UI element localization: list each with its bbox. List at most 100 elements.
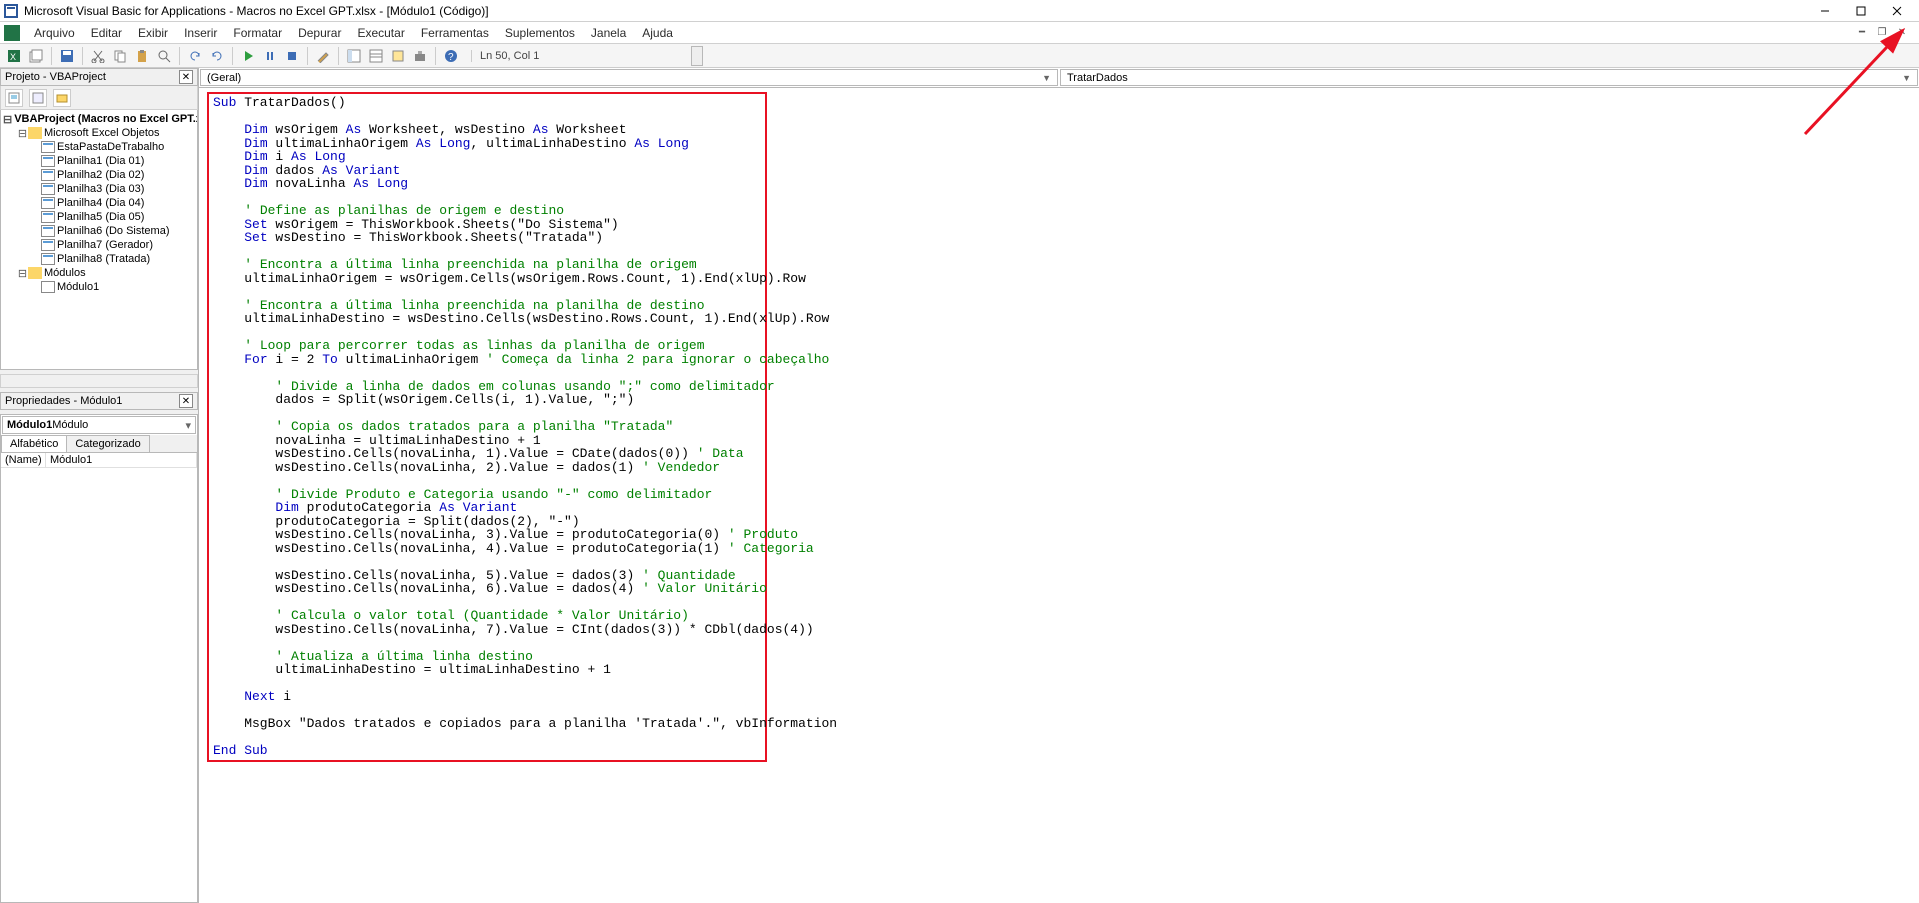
tab-categorizado[interactable]: Categorizado (66, 435, 149, 452)
tree-sheet-item[interactable]: Planilha8 (Tratada) (3, 252, 195, 266)
code-line[interactable]: Dim novaLinha As Long (213, 177, 761, 191)
code-line[interactable] (213, 731, 761, 745)
tree-sheet-item[interactable]: Planilha4 (Dia 04) (3, 196, 195, 210)
code-line[interactable]: ' Divide Produto e Categoria usando "-" … (213, 488, 761, 502)
code-line[interactable]: produtoCategoria = Split(dados(2), "-") (213, 515, 761, 529)
toolbox-button[interactable] (410, 46, 430, 66)
code-line[interactable]: Sub TratarDados() (213, 96, 761, 110)
code-line[interactable] (213, 474, 761, 488)
properties-panel-close-icon[interactable]: ✕ (179, 394, 193, 408)
tree-sheet-item[interactable]: EstaPastaDeTrabalho (3, 140, 195, 154)
code-line[interactable]: dados = Split(wsOrigem.Cells(i, 1).Value… (213, 393, 761, 407)
collapse-icon[interactable]: ⊟ (17, 267, 28, 280)
menu-ferramentas[interactable]: Ferramentas (413, 24, 497, 42)
menu-suplementos[interactable]: Suplementos (497, 24, 583, 42)
code-line[interactable]: Dim wsOrigem As Worksheet, wsDestino As … (213, 123, 761, 137)
code-line[interactable]: Set wsDestino = ThisWorkbook.Sheets("Tra… (213, 231, 761, 245)
close-button[interactable] (1879, 0, 1915, 22)
code-line[interactable] (213, 366, 761, 380)
code-line[interactable] (213, 191, 761, 205)
code-line[interactable]: Dim dados As Variant (213, 164, 761, 178)
code-line[interactable]: ' Copia os dados tratados para a planilh… (213, 420, 761, 434)
toggle-folders-button[interactable] (53, 89, 71, 107)
code-editor[interactable]: Sub TratarDados() Dim wsOrigem As Worksh… (199, 88, 1919, 903)
tree-sheet-item[interactable]: Planilha1 (Dia 01) (3, 154, 195, 168)
menu-ajuda[interactable]: Ajuda (634, 24, 681, 42)
code-line[interactable]: Dim ultimaLinhaOrigem As Long, ultimaLin… (213, 137, 761, 151)
break-button[interactable] (260, 46, 280, 66)
code-line[interactable]: ' Loop para percorrer todas as linhas da… (213, 339, 761, 353)
toolbar-combo-handle[interactable] (691, 46, 703, 66)
tree-folder-objects[interactable]: ⊟ Microsoft Excel Objetos (3, 126, 195, 140)
code-line[interactable]: ' Encontra a última linha preenchida na … (213, 299, 761, 313)
code-line[interactable] (213, 677, 761, 691)
code-line[interactable]: wsDestino.Cells(novaLinha, 7).Value = CI… (213, 623, 761, 637)
code-line[interactable]: For i = 2 To ultimaLinhaOrigem ' Começa … (213, 353, 761, 367)
code-line[interactable]: Next i (213, 690, 761, 704)
mdi-close-icon[interactable]: ✕ (1895, 26, 1909, 40)
view-object-button[interactable] (29, 89, 47, 107)
excel-icon[interactable] (4, 25, 20, 41)
object-dropdown[interactable]: (Geral) ▼ (200, 69, 1058, 86)
code-line[interactable]: MsgBox "Dados tratados e copiados para a… (213, 717, 761, 731)
menu-editar[interactable]: Editar (83, 24, 130, 42)
code-line[interactable]: wsDestino.Cells(novaLinha, 5).Value = da… (213, 569, 761, 583)
redo-button[interactable] (207, 46, 227, 66)
code-line[interactable]: Set wsOrigem = ThisWorkbook.Sheets("Do S… (213, 218, 761, 232)
code-line[interactable]: ' Atualiza a última linha destino (213, 650, 761, 664)
view-code-button[interactable] (5, 89, 23, 107)
copy-button[interactable] (110, 46, 130, 66)
tree-project-root[interactable]: ⊟ VBAProject (Macros no Excel GPT.xlsx) (3, 112, 195, 126)
tab-alfabetico[interactable]: Alfabético (1, 435, 67, 452)
project-tree[interactable]: ⊟ VBAProject (Macros no Excel GPT.xlsx) … (0, 110, 198, 370)
code-line[interactable]: ultimaLinhaDestino = wsDestino.Cells(wsD… (213, 312, 761, 326)
code-line[interactable] (213, 407, 761, 421)
project-explorer-button[interactable] (344, 46, 364, 66)
code-line[interactable] (213, 555, 761, 569)
properties-grid[interactable]: (Name) Módulo1 (1, 453, 197, 902)
code-line[interactable] (213, 704, 761, 718)
undo-button[interactable] (185, 46, 205, 66)
horizontal-scrollbar[interactable] (0, 374, 198, 388)
code-line[interactable]: Dim produtoCategoria As Variant (213, 501, 761, 515)
cut-button[interactable] (88, 46, 108, 66)
code-line[interactable]: ultimaLinhaDestino = ultimaLinhaDestino … (213, 663, 761, 677)
properties-object-combo[interactable]: Módulo1 Módulo ▾ (2, 416, 196, 434)
code-line[interactable]: ' Define as planilhas de origem e destin… (213, 204, 761, 218)
help-button[interactable]: ? (441, 46, 461, 66)
project-panel-close-icon[interactable]: ✕ (179, 70, 193, 84)
menu-formatar[interactable]: Formatar (225, 24, 290, 42)
collapse-icon[interactable]: ⊟ (3, 113, 12, 126)
menu-janela[interactable]: Janela (583, 24, 634, 42)
tree-sheet-item[interactable]: Planilha7 (Gerador) (3, 238, 195, 252)
code-line[interactable]: novaLinha = ultimaLinhaDestino + 1 (213, 434, 761, 448)
code-line[interactable]: ' Divide a linha de dados em colunas usa… (213, 380, 761, 394)
menu-arquivo[interactable]: Arquivo (26, 24, 83, 42)
code-line[interactable] (213, 245, 761, 259)
code-line[interactable]: End Sub (213, 744, 761, 758)
tree-sheet-item[interactable]: Planilha6 (Do Sistema) (3, 224, 195, 238)
code-line[interactable] (213, 596, 761, 610)
minimize-button[interactable] (1807, 0, 1843, 22)
code-line[interactable]: wsDestino.Cells(novaLinha, 2).Value = da… (213, 461, 761, 475)
mdi-minimize-icon[interactable]: ━ (1855, 26, 1869, 40)
menu-executar[interactable]: Executar (349, 24, 412, 42)
code-line[interactable]: ' Calcula o valor total (Quantidade * Va… (213, 609, 761, 623)
reset-button[interactable] (282, 46, 302, 66)
property-value[interactable]: Módulo1 (46, 453, 197, 467)
save-button[interactable] (57, 46, 77, 66)
code-line[interactable]: Dim i As Long (213, 150, 761, 164)
menu-inserir[interactable]: Inserir (176, 24, 225, 42)
design-mode-button[interactable] (313, 46, 333, 66)
code-line[interactable]: ' Encontra a última linha preenchida na … (213, 258, 761, 272)
find-button[interactable] (154, 46, 174, 66)
tree-folder-modules[interactable]: ⊟ Módulos (3, 266, 195, 280)
code-line[interactable]: wsDestino.Cells(novaLinha, 4).Value = pr… (213, 542, 761, 556)
tree-sheet-item[interactable]: Planilha2 (Dia 02) (3, 168, 195, 182)
collapse-icon[interactable]: ⊟ (17, 127, 28, 140)
code-line[interactable] (213, 636, 761, 650)
code-line[interactable]: wsDestino.Cells(novaLinha, 6).Value = da… (213, 582, 761, 596)
code-line[interactable] (213, 326, 761, 340)
maximize-button[interactable] (1843, 0, 1879, 22)
menu-depurar[interactable]: Depurar (290, 24, 349, 42)
